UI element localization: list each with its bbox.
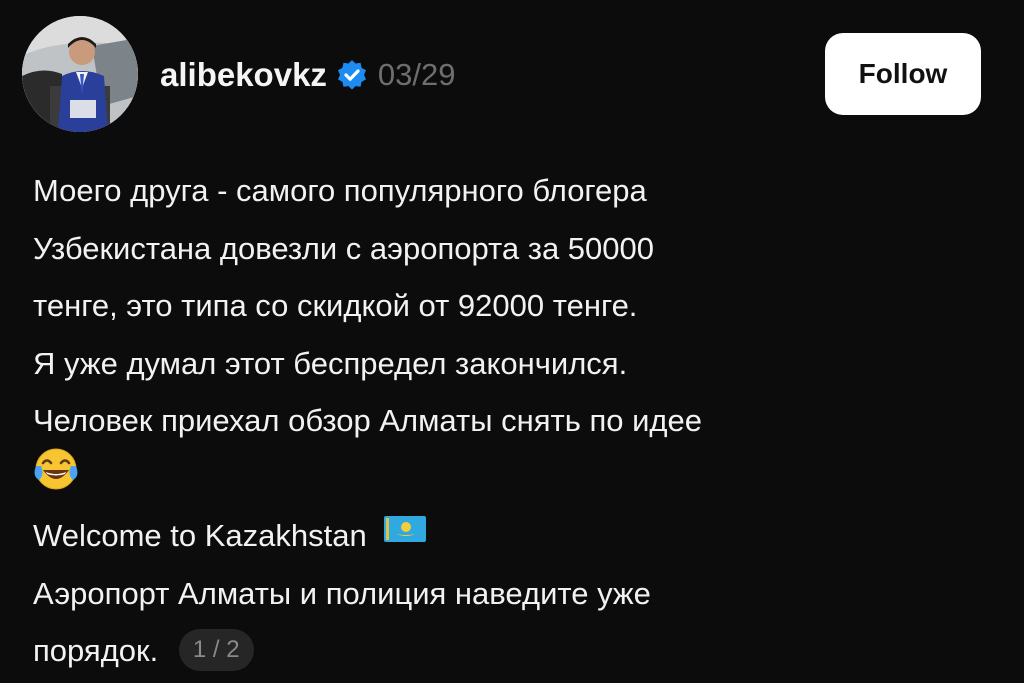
post-line: Аэропорт Алматы и полиция наведите уже	[33, 575, 651, 611]
follow-button[interactable]: Follow	[825, 33, 981, 115]
post-line: Человек приехал обзор Алматы снять по ид…	[33, 403, 702, 438]
post-line: порядок.	[33, 633, 159, 668]
username[interactable]: alibekovkz	[160, 56, 327, 94]
post-text: Моего друга - самого популярного блогера…	[33, 162, 993, 680]
last-line: порядок. 1 / 2	[33, 622, 993, 680]
verified-badge-icon	[336, 59, 368, 91]
post-line: Моего друга - самого популярного блогера	[33, 173, 647, 208]
emoji-line	[33, 448, 993, 508]
kazakhstan-flag-icon	[383, 505, 427, 563]
post-line: Узбекистана довезли с аэропорта за 50000	[33, 230, 655, 266]
face-with-tears-of-joy-icon	[33, 446, 79, 511]
avatar[interactable]	[22, 16, 138, 132]
avatar-image	[22, 16, 138, 132]
page-indicator: 1 / 2	[178, 628, 254, 671]
post-line: Welcome to Kazakhstan	[33, 518, 367, 553]
post-line: тенге, это типа со скидкой от 92000 тенг…	[33, 288, 638, 323]
post-header: alibekovkz 03/29	[160, 52, 456, 98]
welcome-line: Welcome to Kazakhstan	[33, 507, 993, 565]
post-date: 03/29	[377, 57, 456, 92]
post-line: Я уже думал этот беспредел закончился.	[33, 345, 628, 381]
